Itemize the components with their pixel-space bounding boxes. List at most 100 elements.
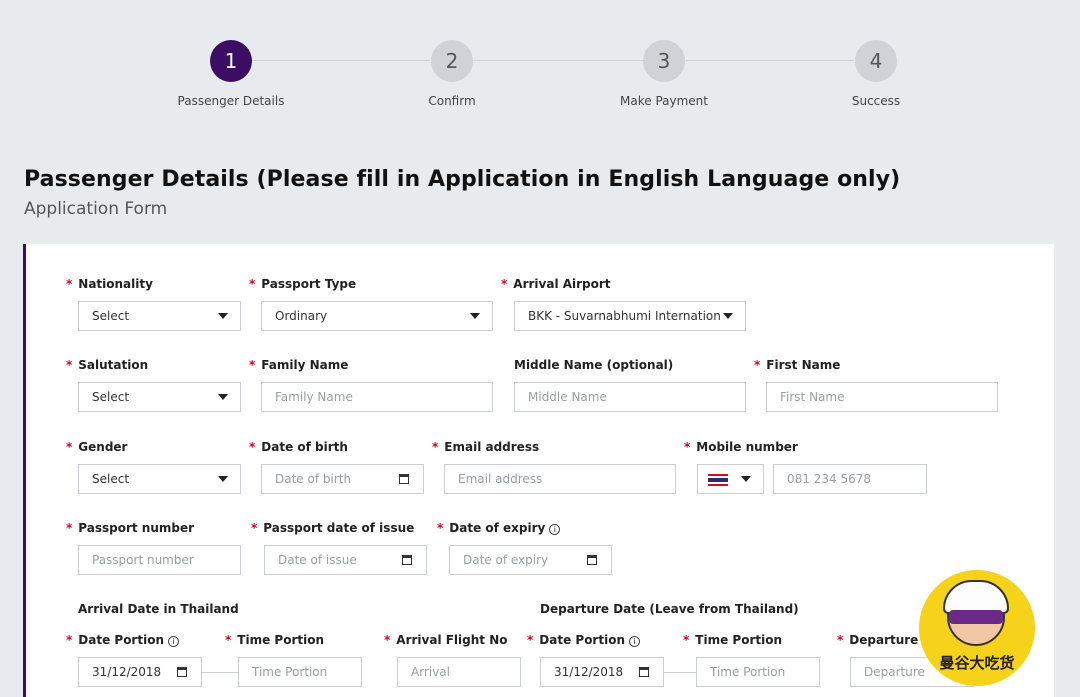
- nationality-select[interactable]: Select: [78, 301, 241, 331]
- passport-issue-label-text: Passport date of issue: [263, 521, 415, 535]
- arrival-flight-label: * Arrival Flight No: [384, 633, 508, 647]
- step-confirm: 2 Confirm: [372, 40, 532, 108]
- passport-number-label: * Passport number: [66, 521, 194, 535]
- arrival-flight-input[interactable]: Arrival: [397, 657, 521, 687]
- step-label: Make Payment: [620, 94, 708, 108]
- required-marker: *: [66, 358, 73, 372]
- arrival-flight-label-text: Arrival Flight No: [396, 633, 508, 647]
- gender-value: Select: [92, 472, 130, 486]
- departure-flight-placeholder: Departure: [864, 665, 925, 679]
- step-number: 1: [210, 40, 252, 82]
- email-label-text: Email address: [444, 440, 540, 454]
- departure-time-placeholder: Time Portion: [710, 665, 786, 679]
- nationality-label: * Nationality: [66, 277, 153, 291]
- salutation-label-text: Salutation: [78, 358, 149, 372]
- info-icon[interactable]: i: [629, 636, 640, 647]
- arrival-date-label: * Date Portion i: [66, 633, 179, 647]
- passport-number-input[interactable]: Passport number: [78, 545, 241, 575]
- step-number: 4: [855, 40, 897, 82]
- arrival-date-input[interactable]: 31/12/2018: [78, 657, 202, 687]
- calendar-icon[interactable]: [639, 667, 649, 677]
- calendar-icon[interactable]: [402, 555, 412, 565]
- country-code-select[interactable]: [697, 464, 764, 494]
- watermark-badge: 曼谷大吃货: [919, 570, 1035, 686]
- field-connector: [664, 672, 696, 673]
- passport-type-value: Ordinary: [275, 309, 328, 323]
- required-marker: *: [66, 440, 73, 454]
- arrival-airport-label: * Arrival Airport: [501, 277, 611, 291]
- expiry-label: * Date of expiry i: [437, 521, 561, 535]
- expiry-label-text: Date of expiry: [449, 521, 546, 535]
- info-icon[interactable]: i: [549, 524, 561, 535]
- departure-date-input[interactable]: 31/12/2018: [540, 657, 664, 687]
- gender-select[interactable]: Select: [78, 464, 241, 494]
- arrival-section-label: Arrival Date in Thailand: [78, 602, 239, 616]
- family-name-label-text: Family Name: [261, 358, 349, 372]
- passport-type-label: * Passport Type: [249, 277, 356, 291]
- first-name-placeholder: First Name: [780, 390, 845, 404]
- required-marker: *: [66, 277, 73, 291]
- page-title: Passenger Details (Please fill in Applic…: [24, 167, 901, 192]
- chevron-down-icon: [218, 476, 228, 482]
- required-marker: *: [754, 358, 761, 372]
- calendar-icon[interactable]: [177, 667, 187, 677]
- step-number: 3: [643, 40, 685, 82]
- chevron-down-icon: [470, 313, 480, 319]
- salutation-label: * Salutation: [66, 358, 148, 372]
- required-marker: *: [837, 633, 844, 647]
- gender-label: * Gender: [66, 440, 127, 454]
- gender-label-text: Gender: [78, 440, 128, 454]
- passport-type-select[interactable]: Ordinary: [261, 301, 493, 331]
- passport-number-label-text: Passport number: [78, 521, 195, 535]
- required-marker: *: [66, 633, 73, 647]
- arrival-time-label-text: Time Portion: [237, 633, 324, 647]
- expiry-input[interactable]: Date of expiry: [449, 545, 612, 575]
- arrival-time-input[interactable]: Time Portion: [238, 657, 362, 687]
- date-of-birth-placeholder: Date of birth: [275, 472, 352, 486]
- calendar-icon[interactable]: [587, 555, 597, 565]
- departure-time-label: * Time Portion: [683, 633, 782, 647]
- family-name-input[interactable]: Family Name: [261, 382, 493, 412]
- middle-name-label: Middle Name (optional): [514, 358, 673, 372]
- departure-time-label-text: Time Portion: [695, 633, 782, 647]
- required-marker: *: [249, 277, 256, 291]
- arrival-airport-select[interactable]: BKK - Suvarnabhumi Internation: [514, 301, 746, 331]
- passport-number-placeholder: Passport number: [92, 553, 194, 567]
- date-of-birth-label: * Date of birth: [249, 440, 348, 454]
- nationality-label-text: Nationality: [78, 277, 153, 291]
- salutation-select[interactable]: Select: [78, 382, 241, 412]
- step-label: Passenger Details: [177, 94, 285, 108]
- email-field[interactable]: Email address: [444, 464, 676, 494]
- date-of-birth-input[interactable]: Date of birth: [261, 464, 424, 494]
- info-icon[interactable]: i: [168, 636, 179, 647]
- mobile-label-text: Mobile number: [696, 440, 798, 454]
- arrival-time-label: * Time Portion: [225, 633, 324, 647]
- progress-stepper: 1 Passenger Details 2 Confirm 3 Make Pay…: [0, 0, 1080, 130]
- passport-issue-placeholder: Date of issue: [278, 553, 357, 567]
- middle-name-input[interactable]: Middle Name: [514, 382, 746, 412]
- arrival-time-placeholder: Time Portion: [252, 665, 328, 679]
- mobile-label: * Mobile number: [684, 440, 798, 454]
- step-make-payment: 3 Make Payment: [584, 40, 744, 108]
- mobile-placeholder: 081 234 5678: [787, 472, 871, 486]
- mobile-number-input[interactable]: 081 234 5678: [773, 464, 927, 494]
- watermark-text: 曼谷大吃货: [939, 654, 1015, 672]
- email-label: * Email address: [432, 440, 539, 454]
- departure-date-label: * Date Portion i: [527, 633, 640, 647]
- date-of-birth-label-text: Date of birth: [261, 440, 348, 454]
- required-marker: *: [437, 521, 444, 535]
- passport-issue-input[interactable]: Date of issue: [264, 545, 427, 575]
- required-marker: *: [225, 633, 232, 647]
- departure-date-label-text: Date Portion: [539, 633, 625, 647]
- step-passenger-details: 1 Passenger Details: [151, 40, 311, 108]
- hair-icon: [949, 610, 1003, 624]
- required-marker: *: [384, 633, 391, 647]
- arrival-airport-value: BKK - Suvarnabhumi Internation: [528, 309, 721, 323]
- step-label: Confirm: [428, 94, 476, 108]
- required-marker: *: [66, 521, 73, 535]
- departure-time-input[interactable]: Time Portion: [696, 657, 820, 687]
- first-name-input[interactable]: First Name: [766, 382, 998, 412]
- calendar-icon[interactable]: [399, 474, 409, 484]
- first-name-label: * First Name: [754, 358, 840, 372]
- family-name-placeholder: Family Name: [275, 390, 353, 404]
